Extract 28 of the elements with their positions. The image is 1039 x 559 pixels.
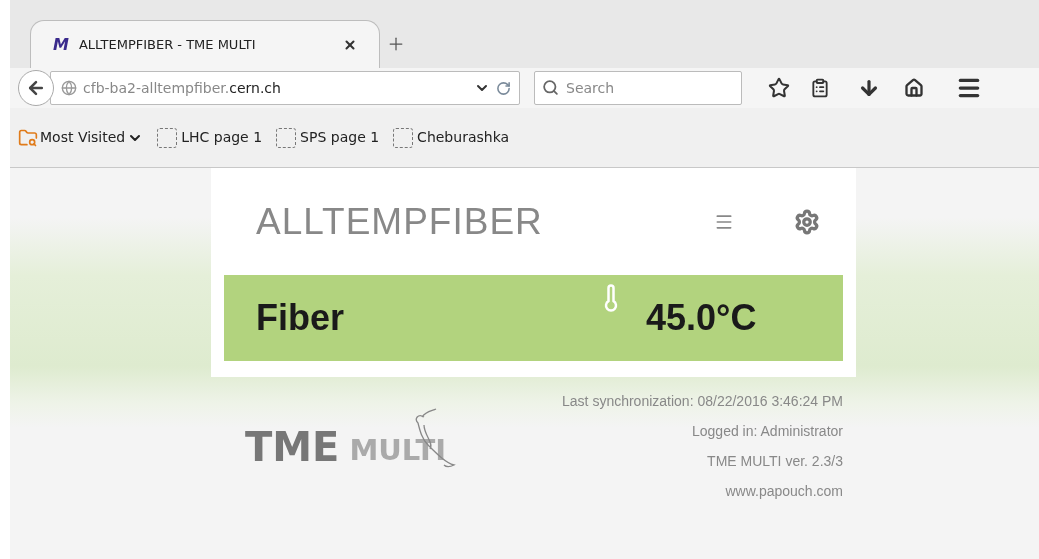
globe-icon [61, 80, 77, 96]
folder-icon [18, 127, 38, 148]
reload-icon[interactable] [496, 80, 511, 96]
address-bar[interactable]: cfb-ba2-alltempfiber.cern.ch [50, 71, 520, 105]
home-icon[interactable] [904, 78, 924, 98]
favicon: M [53, 33, 69, 56]
sensor-name: Fiber [256, 296, 345, 340]
back-button[interactable] [18, 70, 54, 106]
app-title: ALLTEMPFIBER [256, 199, 544, 244]
bookmark-item[interactable]: LHC page 1 [157, 127, 263, 148]
browser-tab[interactable]: M ALLTEMPFIBER - TME MULTI [30, 20, 380, 68]
close-icon[interactable] [343, 37, 357, 52]
footer-text: www.papouch.com [725, 482, 843, 501]
url-text: cfb-ba2-alltempfiber.cern.ch [83, 78, 282, 98]
footer-text: TME MULTI ver. 2.3/3 [707, 452, 843, 471]
bookmark-item[interactable]: SPS page 1 [276, 127, 380, 148]
bookmark-folder[interactable]: Most Visited [18, 127, 144, 148]
settings-icon[interactable] [794, 208, 820, 235]
tab-title: ALLTEMPFIBER - TME MULTI [78, 35, 257, 54]
clipboard-icon[interactable] [810, 78, 830, 98]
bookmark-item[interactable]: Cheburashka [393, 127, 510, 148]
footer-text: Last synchronization: 08/22/2016 3:46:24 PM [562, 392, 843, 411]
bookmark-star-icon[interactable] [768, 77, 790, 99]
footer-text: Logged in: Administrator [692, 422, 843, 441]
temperature-value: 45.0°C [646, 296, 757, 340]
search-icon [542, 79, 559, 96]
search-field[interactable]: Search [534, 71, 742, 105]
download-icon[interactable] [858, 77, 880, 99]
